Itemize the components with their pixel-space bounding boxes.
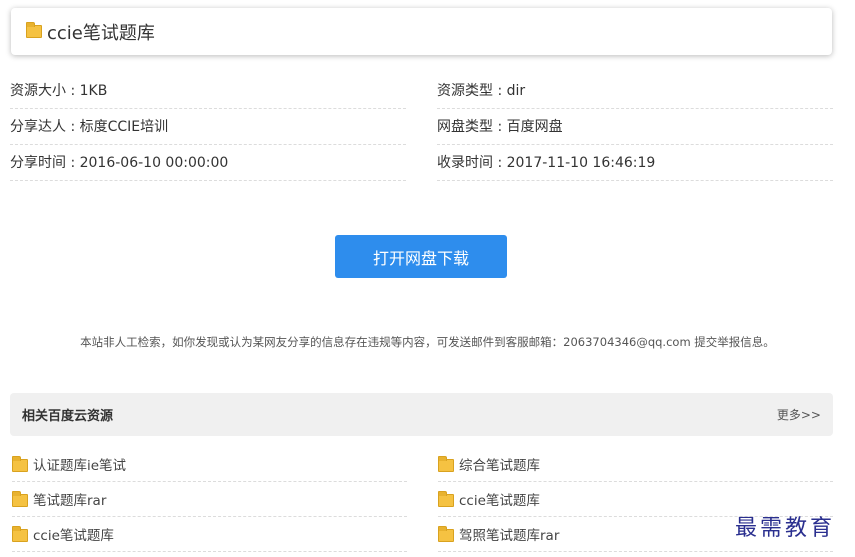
more-link[interactable]: 更多>>	[777, 406, 821, 423]
related-item[interactable]: 综合笔试题库	[438, 447, 833, 482]
resource-title-card: ccie笔试题库	[11, 8, 832, 55]
info-row: 资源大小 : 1KB 资源类型 : dir	[10, 73, 833, 109]
related-row: ccie笔试题库 驾照笔试题库rar	[12, 517, 833, 552]
related-item[interactable]: 笔试题库rar	[12, 482, 407, 517]
related-item-label: 综合笔试题库	[459, 458, 540, 474]
open-disk-download-button[interactable]: 打开网盘下载	[335, 235, 507, 278]
sharer: 分享达人 : 标度CCIE培训	[10, 109, 406, 145]
related-item[interactable]: 认证题库ie笔试	[12, 447, 407, 482]
related-item-label: ccie笔试题库	[33, 528, 114, 544]
resource-type: 资源类型 : dir	[437, 73, 833, 109]
index-time: 收录时间 : 2017-11-10 16:46:19	[437, 145, 833, 181]
related-item-label: 笔试题库rar	[33, 493, 107, 509]
related-row: 笔试题库rar ccie笔试题库	[12, 482, 833, 517]
folder-icon	[438, 456, 454, 472]
related-resources-header: 相关百度云资源 更多>>	[10, 393, 833, 436]
related-item-label: ccie笔试题库	[459, 493, 540, 509]
folder-icon	[12, 491, 28, 507]
resource-title: ccie笔试题库	[47, 22, 155, 44]
resource-info: 资源大小 : 1KB 资源类型 : dir 分享达人 : 标度CCIE培训 网盘…	[10, 73, 833, 181]
related-row: 认证题库ie笔试 综合笔试题库	[12, 447, 833, 482]
folder-icon	[26, 22, 42, 38]
watermark-logo: 最需教育	[735, 516, 836, 541]
info-row: 分享时间 : 2016-06-10 00:00:00 收录时间 : 2017-1…	[10, 145, 833, 181]
folder-icon	[12, 526, 28, 542]
related-item-label: 驾照笔试题库rar	[459, 528, 560, 544]
info-row: 分享达人 : 标度CCIE培训 网盘类型 : 百度网盘	[10, 109, 833, 145]
related-resources-title: 相关百度云资源	[22, 409, 114, 424]
disk-type: 网盘类型 : 百度网盘	[437, 109, 833, 145]
disclaimer-notice: 本站非人工检索，如你发现或认为某网友分享的信息存在违规等内容，可发送邮件到客服邮…	[80, 335, 775, 349]
resource-size: 资源大小 : 1KB	[10, 73, 406, 109]
share-time: 分享时间 : 2016-06-10 00:00:00	[10, 145, 406, 181]
folder-icon	[438, 491, 454, 507]
related-item-label: 认证题库ie笔试	[33, 458, 127, 474]
folder-icon	[438, 526, 454, 542]
related-item[interactable]: ccie笔试题库	[12, 517, 407, 552]
folder-icon	[12, 456, 28, 472]
related-resources-list: 认证题库ie笔试 综合笔试题库 笔试题库rar ccie笔试题库 ccie笔试题…	[12, 447, 833, 552]
